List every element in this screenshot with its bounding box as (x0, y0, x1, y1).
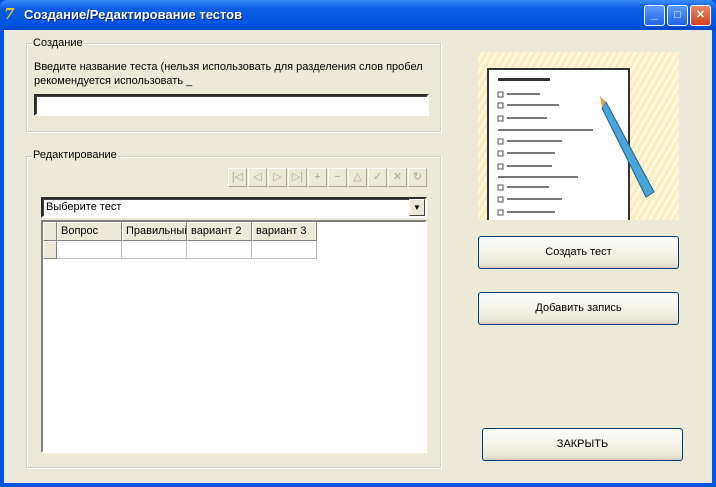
checklist-illustration (478, 52, 679, 220)
add-record-button[interactable]: Добавить запись (478, 292, 679, 325)
app-icon: 7 (4, 5, 15, 23)
minimize-button[interactable]: _ (644, 5, 665, 26)
insert-nav-button[interactable]: + (308, 168, 327, 187)
delete-icon: − (334, 171, 341, 183)
row-indicator[interactable] (43, 241, 57, 259)
window-title: Создание/Редактирование тестов (24, 7, 243, 22)
chevron-down-icon[interactable]: ▼ (409, 199, 425, 216)
grid-header[interactable]: Вопрос (57, 222, 122, 241)
grid-header[interactable]: вариант 2 (187, 222, 252, 241)
next-nav-button[interactable]: ▷ (268, 168, 287, 187)
grid-header[interactable]: вариант 3 (252, 222, 317, 241)
grid-header[interactable]: Правильный (122, 222, 187, 241)
post-icon: ✓ (372, 171, 383, 183)
delete-nav-button[interactable]: − (328, 168, 347, 187)
grid-cell[interactable] (187, 241, 252, 259)
create-group-label: Создание (32, 37, 84, 49)
prior-icon: ◁ (253, 171, 262, 183)
close-window-button[interactable]: ✕ (690, 5, 711, 26)
close-button[interactable]: ЗАКРЫТЬ (482, 428, 683, 461)
title-bar[interactable]: 7 Создание/Редактирование тестов _ □ ✕ (0, 0, 716, 30)
data-grid[interactable]: Вопрос Правильный вариант 2 вариант 3 (41, 220, 427, 453)
post-nav-button[interactable]: ✓ (368, 168, 387, 187)
refresh-icon: ↻ (412, 171, 423, 183)
first-icon: |◁ (231, 171, 244, 183)
first-nav-button[interactable]: |◁ (228, 168, 247, 187)
maximize-button[interactable]: □ (667, 5, 688, 26)
checklist-pencil-icon (487, 68, 655, 220)
prior-nav-button[interactable]: ◁ (248, 168, 267, 187)
refresh-nav-button[interactable]: ↻ (408, 168, 427, 187)
next-icon: ▷ (273, 171, 282, 183)
create-test-button[interactable]: Создать тест (478, 236, 679, 269)
cancel-nav-button[interactable]: ✕ (388, 168, 407, 187)
create-group (26, 43, 441, 132)
last-icon: ▷| (291, 171, 304, 183)
edit-group-label: Редактирование (32, 149, 118, 161)
hint-text-1: Введите название теста (нельзя использов… (34, 61, 423, 73)
grid-cell[interactable] (252, 241, 317, 259)
hint-text-2: рекомендуется использовать _ (34, 75, 193, 87)
grid-cell[interactable] (57, 241, 122, 259)
last-nav-button[interactable]: ▷| (288, 168, 307, 187)
grid-corner (43, 222, 57, 241)
edit-nav-button[interactable]: △ (348, 168, 367, 187)
grid-cell[interactable] (122, 241, 187, 259)
test-select[interactable]: Выберите тест ▼ (41, 197, 427, 218)
edit-icon: △ (353, 171, 362, 183)
cancel-icon: ✕ (392, 171, 403, 183)
insert-icon: + (314, 171, 321, 183)
test-select-value: Выберите тест (46, 201, 122, 213)
test-name-input[interactable] (34, 94, 429, 116)
